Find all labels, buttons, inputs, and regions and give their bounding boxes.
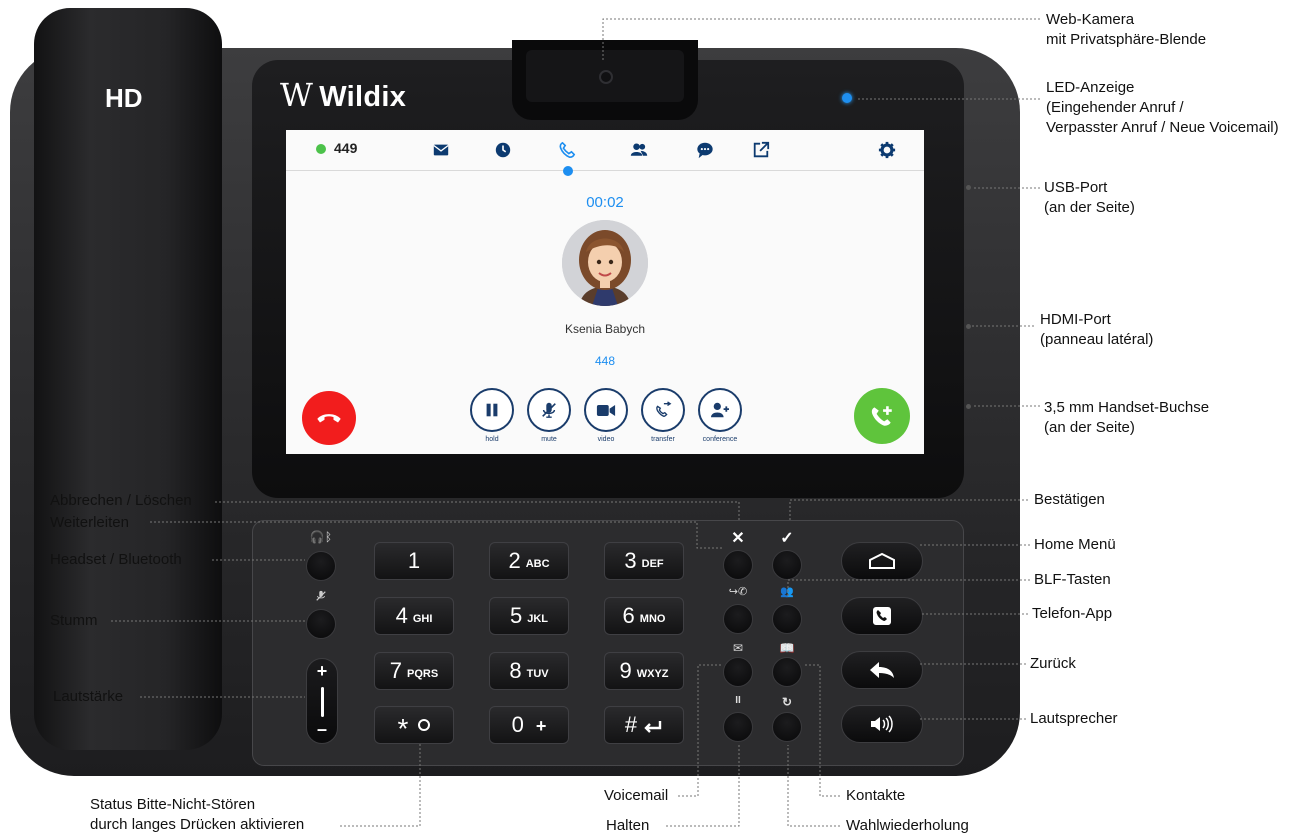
callout-forward: Weiterleiten bbox=[50, 514, 129, 531]
callout-mute: Stumm bbox=[50, 612, 98, 629]
callout-redial: Wahlwiederholung bbox=[846, 817, 969, 834]
callout-usb: USB-Port (an der Seite) bbox=[1044, 179, 1135, 216]
callout-contacts: Kontakte bbox=[846, 787, 906, 804]
callout-volume: Lautstärke bbox=[53, 688, 124, 705]
callout-webcam: Web-Kamera mit Privatsphäre-Blende bbox=[1046, 11, 1207, 48]
callout-dnd: Status Bitte-Nicht-Stören durch langes D… bbox=[90, 796, 305, 833]
callout-back: Zurück bbox=[1030, 655, 1076, 672]
callout-headset: Headset / Bluetooth bbox=[50, 551, 182, 568]
callout-led: LED-Anzeige (Eingehender Anruf / Verpass… bbox=[1046, 79, 1279, 136]
callout-phone-app: Telefon-App bbox=[1032, 605, 1113, 622]
callout-cancel: Abbrechen / Löschen bbox=[50, 492, 192, 509]
callout-confirm: Bestätigen bbox=[1034, 491, 1105, 508]
callout-voicemail: Voicemail bbox=[604, 787, 669, 804]
callout-blf: BLF-Tasten bbox=[1034, 571, 1111, 588]
callout-hold: Halten bbox=[606, 817, 650, 834]
callout-speaker: Lautsprecher bbox=[1030, 710, 1118, 727]
callout-hdmi: HDMI-Port (panneau latéral) bbox=[1040, 311, 1154, 348]
callout-handset-jack: 3,5 mm Handset-Buchse (an der Seite) bbox=[1044, 399, 1210, 436]
callout-home: Home Menü bbox=[1034, 536, 1116, 553]
